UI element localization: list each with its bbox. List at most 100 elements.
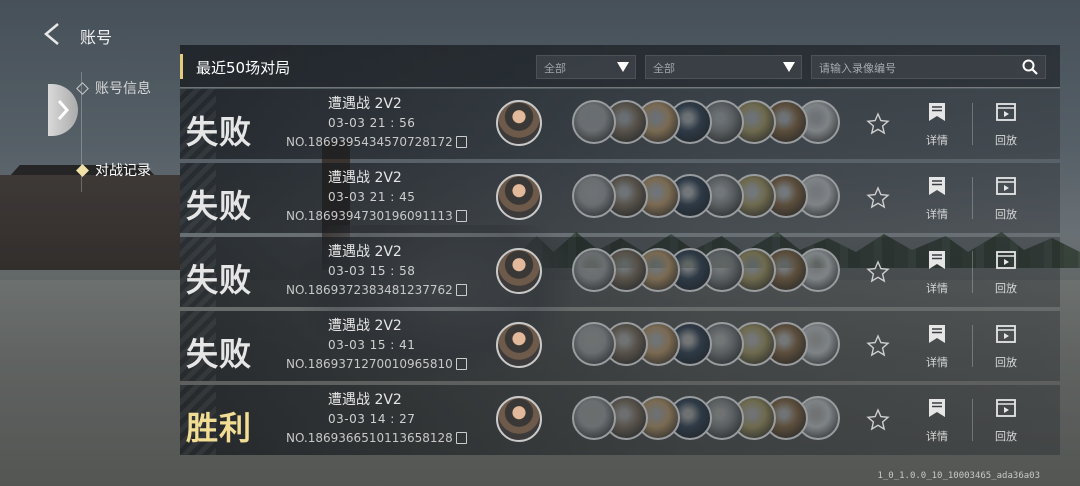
- match-result: 失败: [186, 187, 253, 225]
- dropdown-value: 全部: [544, 62, 566, 75]
- favorite-button[interactable]: [866, 112, 890, 136]
- detail-doc-icon: [929, 251, 945, 269]
- star-icon: [866, 334, 890, 357]
- favorite-button[interactable]: [866, 334, 890, 358]
- replay-video-icon: [996, 177, 1016, 195]
- match-row: 失败 遭遇战 2V2 03-03 15 : 58 NO.186937238348…: [180, 237, 1060, 307]
- favorite-button[interactable]: [866, 186, 890, 210]
- replay-video-icon: [996, 399, 1016, 417]
- detail-label: 详情: [926, 430, 948, 443]
- match-row: 失败 遭遇战 2V2 03-03 21 : 45 NO.186939473019…: [180, 163, 1060, 233]
- unit-cards: [572, 100, 842, 146]
- back-arrow-icon: [44, 23, 59, 45]
- commander-avatar[interactable]: [496, 174, 542, 220]
- match-mode: 遭遇战 2V2: [328, 170, 402, 186]
- match-row: 失败 遭遇战 2V2 03-03 21 : 56 NO.186939543457…: [180, 89, 1060, 159]
- detail-button[interactable]: 详情: [917, 323, 957, 370]
- replay-button[interactable]: 回放: [986, 175, 1026, 222]
- detail-button[interactable]: 详情: [917, 175, 957, 222]
- detail-doc-icon: [929, 399, 945, 417]
- copy-icon[interactable]: [455, 210, 467, 222]
- replay-label: 回放: [995, 356, 1017, 369]
- replay-search-input[interactable]: 请输入录像编号: [811, 55, 1046, 79]
- unit-card[interactable]: [572, 322, 616, 366]
- replay-button[interactable]: 回放: [986, 249, 1026, 296]
- action-separator: [972, 177, 973, 219]
- dropdown-caret: [777, 56, 801, 78]
- nav-item-label: 对战记录: [95, 163, 151, 179]
- nav-diamond-icon: [76, 81, 89, 95]
- page-title: 账号: [80, 28, 113, 47]
- nav-item-account-info[interactable]: 账号信息: [76, 78, 151, 98]
- detail-label: 详情: [926, 208, 948, 221]
- replay-button[interactable]: 回放: [986, 323, 1026, 370]
- header-accent: [180, 54, 183, 79]
- match-mode: 遭遇战 2V2: [328, 392, 402, 408]
- nav-item-battle-record[interactable]: 对战记录: [76, 160, 151, 180]
- replay-number: NO.1869395434570728172: [286, 135, 467, 149]
- unit-cards: [572, 322, 842, 368]
- unit-card[interactable]: [572, 174, 616, 218]
- triangle-down-icon: [617, 62, 629, 72]
- search-placeholder: 请输入录像编号: [819, 62, 896, 75]
- detail-button[interactable]: 详情: [917, 101, 957, 148]
- match-history-panel: 最近50场对局 全部 全部 请输入录像编号 失败 遭遇战 2V2 03-03 2…: [180, 45, 1060, 455]
- replay-button[interactable]: 回放: [986, 101, 1026, 148]
- match-time: 03-03 15 : 58: [328, 264, 416, 278]
- unit-cards: [572, 248, 842, 294]
- match-time: 03-03 21 : 56: [328, 116, 416, 130]
- commander-avatar[interactable]: [496, 100, 542, 146]
- replay-button[interactable]: 回放: [986, 397, 1026, 444]
- copy-icon[interactable]: [455, 432, 467, 444]
- replay-label: 回放: [995, 430, 1017, 443]
- replay-label: 回放: [995, 282, 1017, 295]
- unit-card[interactable]: [572, 396, 616, 440]
- commander-avatar[interactable]: [496, 248, 542, 294]
- detail-button[interactable]: 详情: [917, 397, 957, 444]
- favorite-button[interactable]: [866, 408, 890, 432]
- copy-icon[interactable]: [455, 358, 467, 370]
- detail-button[interactable]: 详情: [917, 249, 957, 296]
- replay-video-icon: [996, 251, 1016, 269]
- replay-number: NO.1869372383481237762: [286, 283, 467, 297]
- commander-avatar[interactable]: [496, 396, 542, 442]
- replay-number-text: NO.1869395434570728172: [286, 135, 453, 149]
- chevron-right-icon: [57, 100, 70, 120]
- commander-avatar[interactable]: [496, 322, 542, 368]
- detail-label: 详情: [926, 134, 948, 147]
- mode-filter-dropdown[interactable]: 全部: [536, 55, 636, 79]
- replay-video-icon: [996, 103, 1016, 121]
- copy-icon[interactable]: [455, 136, 467, 148]
- triangle-down-icon: [783, 62, 795, 72]
- dropdown-caret: [611, 56, 635, 78]
- unit-card[interactable]: [572, 248, 616, 292]
- match-mode: 遭遇战 2V2: [328, 96, 402, 112]
- detail-label: 详情: [926, 356, 948, 369]
- star-icon: [866, 408, 890, 431]
- match-result: 失败: [186, 261, 253, 299]
- match-mode: 遭遇战 2V2: [328, 244, 402, 260]
- action-separator: [972, 103, 973, 145]
- detail-doc-icon: [929, 325, 945, 343]
- replay-number-text: NO.1869372383481237762: [286, 283, 453, 297]
- panel-title: 最近50场对局: [196, 59, 291, 77]
- unit-cards: [572, 396, 842, 442]
- replay-number-text: NO.1869394730196091113: [286, 209, 453, 223]
- search-button[interactable]: [1015, 56, 1045, 78]
- unit-card[interactable]: [572, 100, 616, 144]
- panel-header: 最近50场对局 全部 全部 请输入录像编号: [180, 45, 1060, 88]
- match-mode: 遭遇战 2V2: [328, 318, 402, 334]
- match-time: 03-03 21 : 45: [328, 190, 416, 204]
- star-icon: [866, 186, 890, 209]
- replay-label: 回放: [995, 134, 1017, 147]
- replay-label: 回放: [995, 208, 1017, 221]
- nav-diamond-icon: [76, 163, 89, 177]
- back-button[interactable]: [40, 21, 66, 47]
- nav-item-label: 账号信息: [95, 81, 151, 97]
- copy-icon[interactable]: [455, 284, 467, 296]
- detail-label: 详情: [926, 282, 948, 295]
- favorite-button[interactable]: [866, 260, 890, 284]
- detail-doc-icon: [929, 103, 945, 121]
- action-separator: [972, 325, 973, 367]
- type-filter-dropdown[interactable]: 全部: [645, 55, 802, 79]
